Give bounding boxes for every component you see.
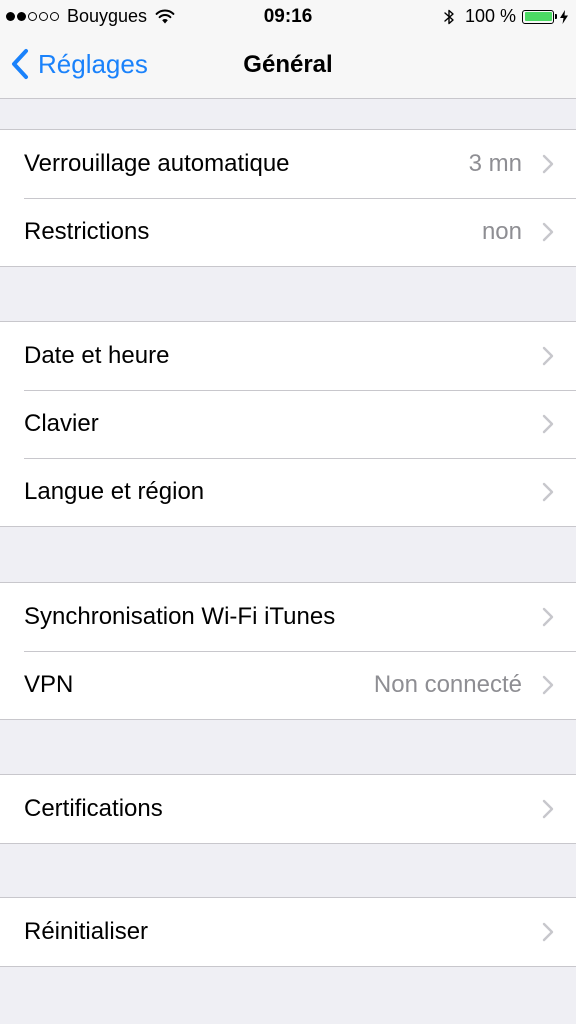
settings-screen: Bouygues 09:16 100 % Réglages Général Ve… [0, 0, 576, 1024]
settings-group: Réinitialiser [0, 897, 576, 967]
chevron-right-icon [542, 346, 554, 366]
row-label: Réinitialiser [24, 918, 149, 945]
settings-group: Certifications [0, 774, 576, 844]
battery-percentage: 100 % [464, 6, 516, 26]
settings-row-language-region[interactable]: Langue et région [0, 458, 576, 526]
status-right: 100 % [443, 6, 568, 27]
row-label: Langue et région [24, 478, 205, 505]
header: Bouygues 09:16 100 % Réglages Général [0, 0, 576, 99]
settings-row-auto-lock[interactable]: Verrouillage automatique 3 mn [0, 130, 576, 198]
bolt-icon [560, 9, 568, 24]
settings-row-date-time[interactable]: Date et heure [0, 322, 576, 390]
row-value: Non connecté [373, 671, 522, 698]
settings-group: Synchronisation Wi-Fi iTunes VPN Non con… [0, 582, 576, 720]
chevron-right-icon [542, 222, 554, 242]
settings-row-restrictions[interactable]: Restrictions non [0, 198, 576, 266]
row-label: VPN [24, 671, 74, 698]
row-label: Certifications [24, 795, 163, 822]
settings-group: Date et heure Clavier Langue et région [0, 321, 576, 527]
chevron-right-icon [542, 414, 554, 434]
battery-icon [522, 9, 557, 24]
settings-row-keyboard[interactable]: Clavier [0, 390, 576, 458]
navigation-bar: Réglages Général [0, 34, 576, 98]
page-title: Général [243, 51, 333, 78]
row-label: Synchronisation Wi-Fi iTunes [24, 603, 336, 630]
row-value: 3 mn [468, 150, 522, 177]
bluetooth-icon [444, 9, 454, 24]
chevron-right-icon [542, 607, 554, 627]
settings-row-vpn[interactable]: VPN Non connecté [0, 651, 576, 719]
battery-cap [555, 13, 557, 19]
row-value: non [481, 218, 522, 245]
chevron-right-icon [542, 922, 554, 942]
chevron-right-icon [542, 675, 554, 695]
chevron-right-icon [542, 482, 554, 502]
row-label: Restrictions [24, 218, 150, 245]
status-bar: Bouygues 09:16 100 % [0, 0, 576, 34]
battery-level [524, 12, 552, 21]
settings-row-reset[interactable]: Réinitialiser [0, 898, 576, 966]
settings-row-certifications[interactable]: Certifications [0, 775, 576, 843]
settings-group: Verrouillage automatique 3 mn Restrictio… [0, 129, 576, 267]
row-label: Clavier [24, 410, 99, 437]
row-label: Verrouillage automatique [24, 150, 290, 177]
chevron-right-icon [542, 799, 554, 819]
chevron-right-icon [542, 154, 554, 174]
row-label: Date et heure [24, 342, 170, 369]
settings-row-itunes-wifi-sync[interactable]: Synchronisation Wi-Fi iTunes [0, 583, 576, 651]
